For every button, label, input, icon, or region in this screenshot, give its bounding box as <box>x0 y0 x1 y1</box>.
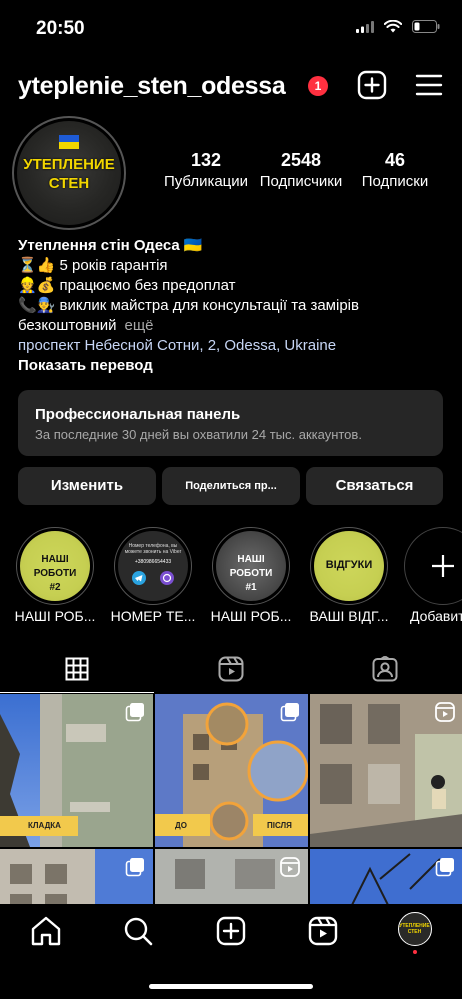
post-tile[interactable] <box>310 849 462 904</box>
stat-posts-value: 132 <box>190 150 222 170</box>
highlight-cover-sub: #1 <box>245 582 257 593</box>
post-caption-after: ПІСЛЯ <box>267 821 292 830</box>
post-tile[interactable] <box>0 849 153 904</box>
bio-line: 👷💰 працюємо без предоплат <box>18 277 236 294</box>
battery-icon <box>412 20 440 33</box>
grid-icon <box>65 657 89 681</box>
bio-line-last: безкоштовний ещё <box>18 316 448 336</box>
bio-line: ⏳👍 5 років гарантія <box>18 257 168 274</box>
highlight-label: НОМЕР ТЕ... <box>110 608 196 624</box>
stat-posts[interactable]: 132 Публикации <box>151 150 261 190</box>
highlight-phone: +380986654433 <box>134 559 172 565</box>
professional-dashboard[interactable]: Профессиональная панель За последние 30 … <box>18 390 443 456</box>
highlight-cover: Номер телефона, вы можете звонить на Vib… <box>118 531 188 601</box>
reels-nav-icon[interactable] <box>306 914 340 948</box>
search-icon[interactable] <box>121 914 155 948</box>
tab-active-indicator <box>0 691 154 693</box>
avatar-logo-line-1: УТЕПЛЕНИЕ <box>23 156 115 173</box>
plus-icon <box>432 555 454 577</box>
post-tile[interactable]: КЛАДКА <box>0 694 153 847</box>
profile-header: yteplenie_sten_odessa 1 <box>0 62 462 110</box>
highlight-cover-title: НАШІ РОБОТИ <box>229 554 273 579</box>
highlight-cover-sub: #2 <box>49 582 61 593</box>
avatar-logo-line-2: СТЕН <box>48 175 90 192</box>
pro-panel-subtitle: За последние 30 дней вы охватили 24 тыс.… <box>35 427 362 442</box>
stat-following-label: Подписки <box>361 173 429 190</box>
profile-avatar-nav[interactable]: УТЕПЛЕНИЕ СТЕН <box>398 912 432 946</box>
reel-icon <box>280 857 300 877</box>
notification-badge[interactable]: 1 <box>308 76 328 96</box>
status-bar: 20:50 <box>0 0 462 56</box>
bio-line-text: безкоштовний <box>18 317 117 334</box>
avatar-logo-text: УТЕПЛЕНИЕ СТЕН <box>17 155 121 193</box>
nav-avatar-text-2: СТЕН <box>407 929 422 935</box>
post-caption-before: ДО <box>175 821 187 830</box>
tab-posts-grid[interactable] <box>0 645 154 693</box>
stat-following[interactable]: 46 Подписки <box>340 150 450 190</box>
bio-location-link[interactable]: проспект Небесной Сотни, 2, Odessa, Ukra… <box>18 336 448 356</box>
stat-following-value: 46 <box>384 150 406 170</box>
ukraine-flag-icon <box>59 135 79 149</box>
home-indicator <box>149 984 313 989</box>
carousel-icon <box>125 858 144 877</box>
reels-icon <box>218 656 244 682</box>
highlight-label: НАШІ РОБ... <box>14 608 96 624</box>
post-tile[interactable] <box>155 849 308 904</box>
posts-grid: КЛАДКА ДО ПІСЛЯ <box>0 694 462 904</box>
highlight-cover-title: НАШІ РОБОТИ <box>33 554 77 579</box>
highlight-label: ВАШІ ВІДГ... <box>309 608 389 624</box>
bio-line: 📞👨‍🔧 виклик майстра для консультації та … <box>18 297 359 314</box>
reel-icon <box>435 702 455 722</box>
bio-name: Утеплення стін Одеса 🇺🇦 <box>18 237 203 254</box>
highlight-cover: ВІДГУКИ <box>314 531 384 601</box>
profile-bio: Утеплення стін Одеса 🇺🇦 ⏳👍 5 років гаран… <box>18 236 448 376</box>
highlight-label: Добавить <box>410 608 462 624</box>
home-icon[interactable] <box>29 914 63 948</box>
stat-posts-label: Публикации <box>163 173 249 190</box>
show-translation-link[interactable]: Показать перевод <box>18 356 448 376</box>
cellular-signal-icon <box>356 20 374 33</box>
status-time: 20:50 <box>36 18 85 39</box>
post-tile[interactable] <box>310 694 462 847</box>
highlight-cover: НАШІ РОБОТИ #2 <box>20 531 90 601</box>
highlight-cover: НАШІ РОБОТИ #1 <box>216 531 286 601</box>
highlight-cover-title: ВІДГУКИ <box>325 559 373 571</box>
tagged-person-icon <box>372 656 398 682</box>
carousel-icon <box>280 703 299 722</box>
carousel-icon <box>435 858 454 877</box>
create-post-icon[interactable] <box>357 70 387 100</box>
username[interactable]: yteplenie_sten_odessa <box>18 72 286 101</box>
share-profile-button[interactable]: Поделиться пр... <box>162 467 300 505</box>
wifi-icon <box>384 20 402 33</box>
highlight-label: НАШІ РОБ... <box>210 608 292 624</box>
contact-button[interactable]: Связаться <box>306 467 443 505</box>
avatar[interactable]: УТЕПЛЕНИЕ СТЕН <box>17 121 121 225</box>
tab-reels[interactable] <box>154 645 308 693</box>
status-icons <box>356 20 440 33</box>
profile-tabs <box>0 645 462 693</box>
carousel-icon <box>125 703 144 722</box>
tab-tagged[interactable] <box>308 645 462 693</box>
profile-activity-dot <box>413 950 417 954</box>
telegram-icon <box>132 571 146 585</box>
bio-more-link[interactable]: ещё <box>124 317 153 334</box>
post-caption: КЛАДКА <box>28 821 61 830</box>
menu-icon[interactable] <box>414 70 444 100</box>
highlight-cover-text: Номер телефона, вы можете звонить на Vib… <box>124 543 182 555</box>
viber-icon <box>160 571 174 585</box>
post-tile[interactable]: ДО ПІСЛЯ <box>155 694 308 847</box>
edit-profile-button[interactable]: Изменить <box>18 467 156 505</box>
pro-panel-title: Профессиональная панель <box>35 406 241 423</box>
new-post-icon[interactable] <box>214 914 248 948</box>
